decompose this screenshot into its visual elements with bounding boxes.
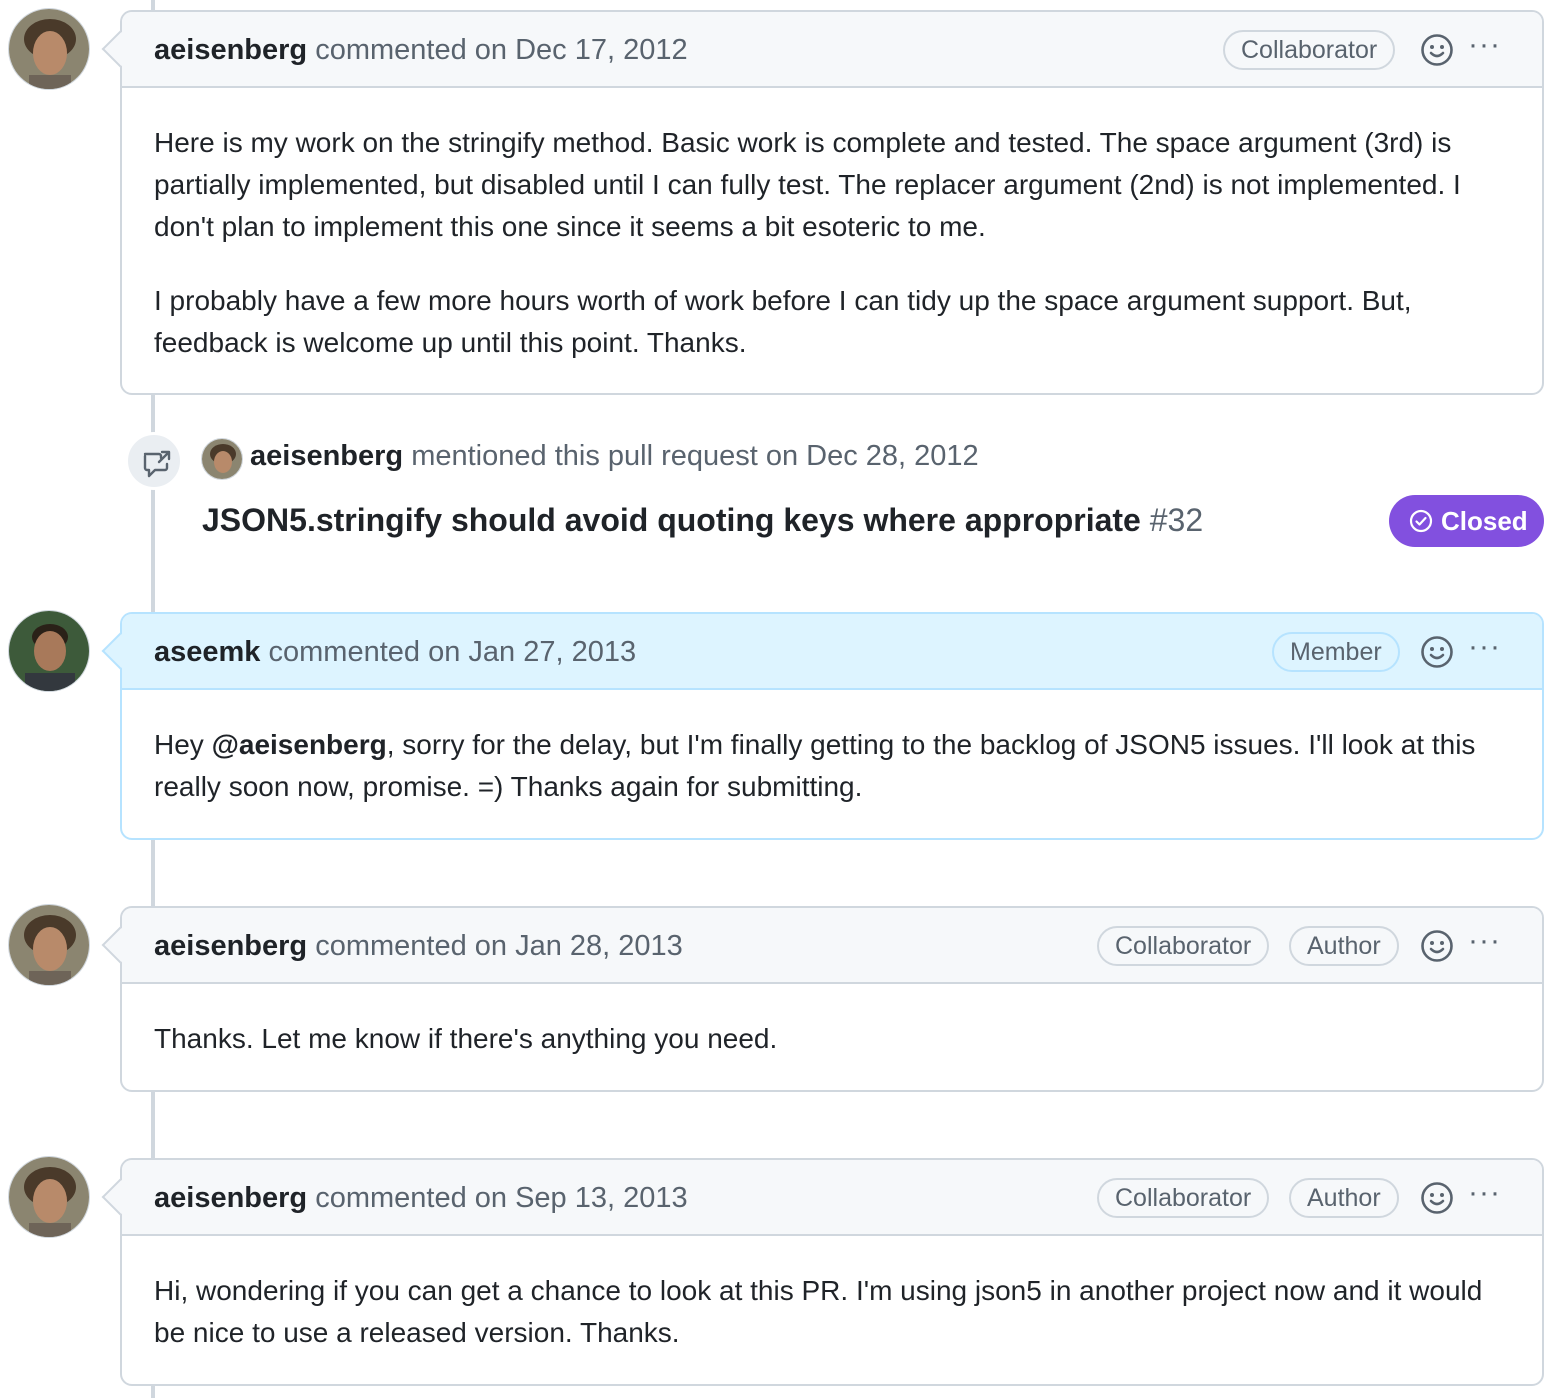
comment-action[interactable]: commented on Sep 13, 2013 [315, 1182, 687, 1214]
comment-header: aeisenberg commented on Jan 28, 2013 Col… [122, 908, 1542, 984]
avatar[interactable] [8, 610, 90, 692]
comment-action[interactable]: commented on Dec 17, 2012 [315, 34, 687, 66]
member-badge: Member [1272, 632, 1400, 672]
comment-action[interactable]: commented on Jan 27, 2013 [269, 636, 637, 668]
smiley-icon[interactable] [1420, 929, 1454, 963]
closed-state-badge: Closed [1389, 495, 1544, 547]
referenced-issue-title[interactable]: JSON5.stringify should avoid quoting key… [202, 502, 1141, 538]
avatar[interactable] [8, 1156, 90, 1238]
comment: aeisenberg commented on Jan 28, 2013 Col… [101, 906, 1544, 1092]
collaborator-badge: Collaborator [1097, 1178, 1270, 1218]
cross-reference-icon [143, 450, 171, 478]
comment: aeisenberg commented on Dec 17, 2012 Col… [101, 10, 1544, 395]
comment: aseemk commented on Jan 27, 2013 Member … [101, 612, 1544, 840]
comment-author[interactable]: aeisenberg [154, 930, 307, 962]
author-badge: Author [1289, 926, 1399, 966]
more-options-icon[interactable]: ··· [1468, 30, 1508, 64]
comment-action[interactable]: commented on Jan 28, 2013 [315, 930, 683, 962]
comment-header: aeisenberg commented on Sep 13, 2013 Col… [122, 1160, 1542, 1236]
comment-paragraph: Thanks. Let me know if there's anything … [154, 1023, 778, 1054]
more-options-icon[interactable]: ··· [1468, 1178, 1508, 1212]
smiley-icon[interactable] [1420, 1181, 1454, 1215]
comment-author[interactable]: aeisenberg [154, 1182, 307, 1214]
comment-body: Hey @aeisenberg, sorry for the delay, bu… [122, 690, 1542, 838]
event-avatar[interactable] [201, 438, 243, 480]
avatar[interactable] [8, 8, 90, 90]
more-options-icon[interactable]: ··· [1468, 632, 1508, 666]
event-author[interactable]: aeisenberg [250, 440, 403, 472]
comment-header: aseemk commented on Jan 27, 2013 Member … [122, 614, 1542, 690]
event-icon-wrapper [125, 432, 183, 490]
avatar[interactable] [8, 904, 90, 986]
smiley-icon[interactable] [1420, 635, 1454, 669]
comment-author[interactable]: aeisenberg [154, 34, 307, 66]
comment: aeisenberg commented on Sep 13, 2013 Col… [101, 1158, 1544, 1386]
user-mention-link[interactable]: @aeisenberg [212, 729, 387, 760]
comment-meta: aeisenberg commented on Sep 13, 2013 [154, 1182, 688, 1214]
event-action[interactable]: mentioned this pull request on Dec 28, 2… [411, 440, 978, 472]
check-circle-icon [1409, 509, 1433, 533]
collaborator-badge: Collaborator [1097, 926, 1270, 966]
comment-meta: aeisenberg commented on Jan 28, 2013 [154, 930, 683, 962]
comment-meta: aseemk commented on Jan 27, 2013 [154, 636, 636, 668]
comment-body: Hi, wondering if you can get a chance to… [122, 1236, 1542, 1384]
comment-author[interactable]: aseemk [154, 636, 260, 668]
referenced-issue-number[interactable]: #32 [1150, 502, 1203, 538]
comment-paragraph: Hey @aeisenberg, sorry for the delay, bu… [154, 724, 1510, 808]
more-options-icon[interactable]: ··· [1468, 926, 1508, 960]
referenced-issue-link[interactable]: JSON5.stringify should avoid quoting key… [202, 501, 1203, 539]
comment-paragraph: I probably have a few more hours worth o… [154, 285, 1412, 358]
comment-body: Thanks. Let me know if there's anything … [122, 984, 1542, 1090]
state-label: Closed [1441, 506, 1528, 536]
comment-paragraph: Hi, wondering if you can get a chance to… [154, 1275, 1483, 1348]
author-badge: Author [1289, 1178, 1399, 1218]
comment-header: aeisenberg commented on Dec 17, 2012 Col… [122, 12, 1542, 88]
collaborator-badge: Collaborator [1223, 30, 1396, 70]
smiley-icon[interactable] [1420, 33, 1454, 67]
comment-paragraph: Here is my work on the stringify method.… [154, 127, 1461, 242]
event-meta: aeisenberg mentioned this pull request o… [250, 440, 979, 472]
comment-meta: aeisenberg commented on Dec 17, 2012 [154, 34, 688, 66]
comment-text: Hey [154, 729, 212, 760]
comment-body: Here is my work on the stringify method.… [122, 88, 1542, 394]
